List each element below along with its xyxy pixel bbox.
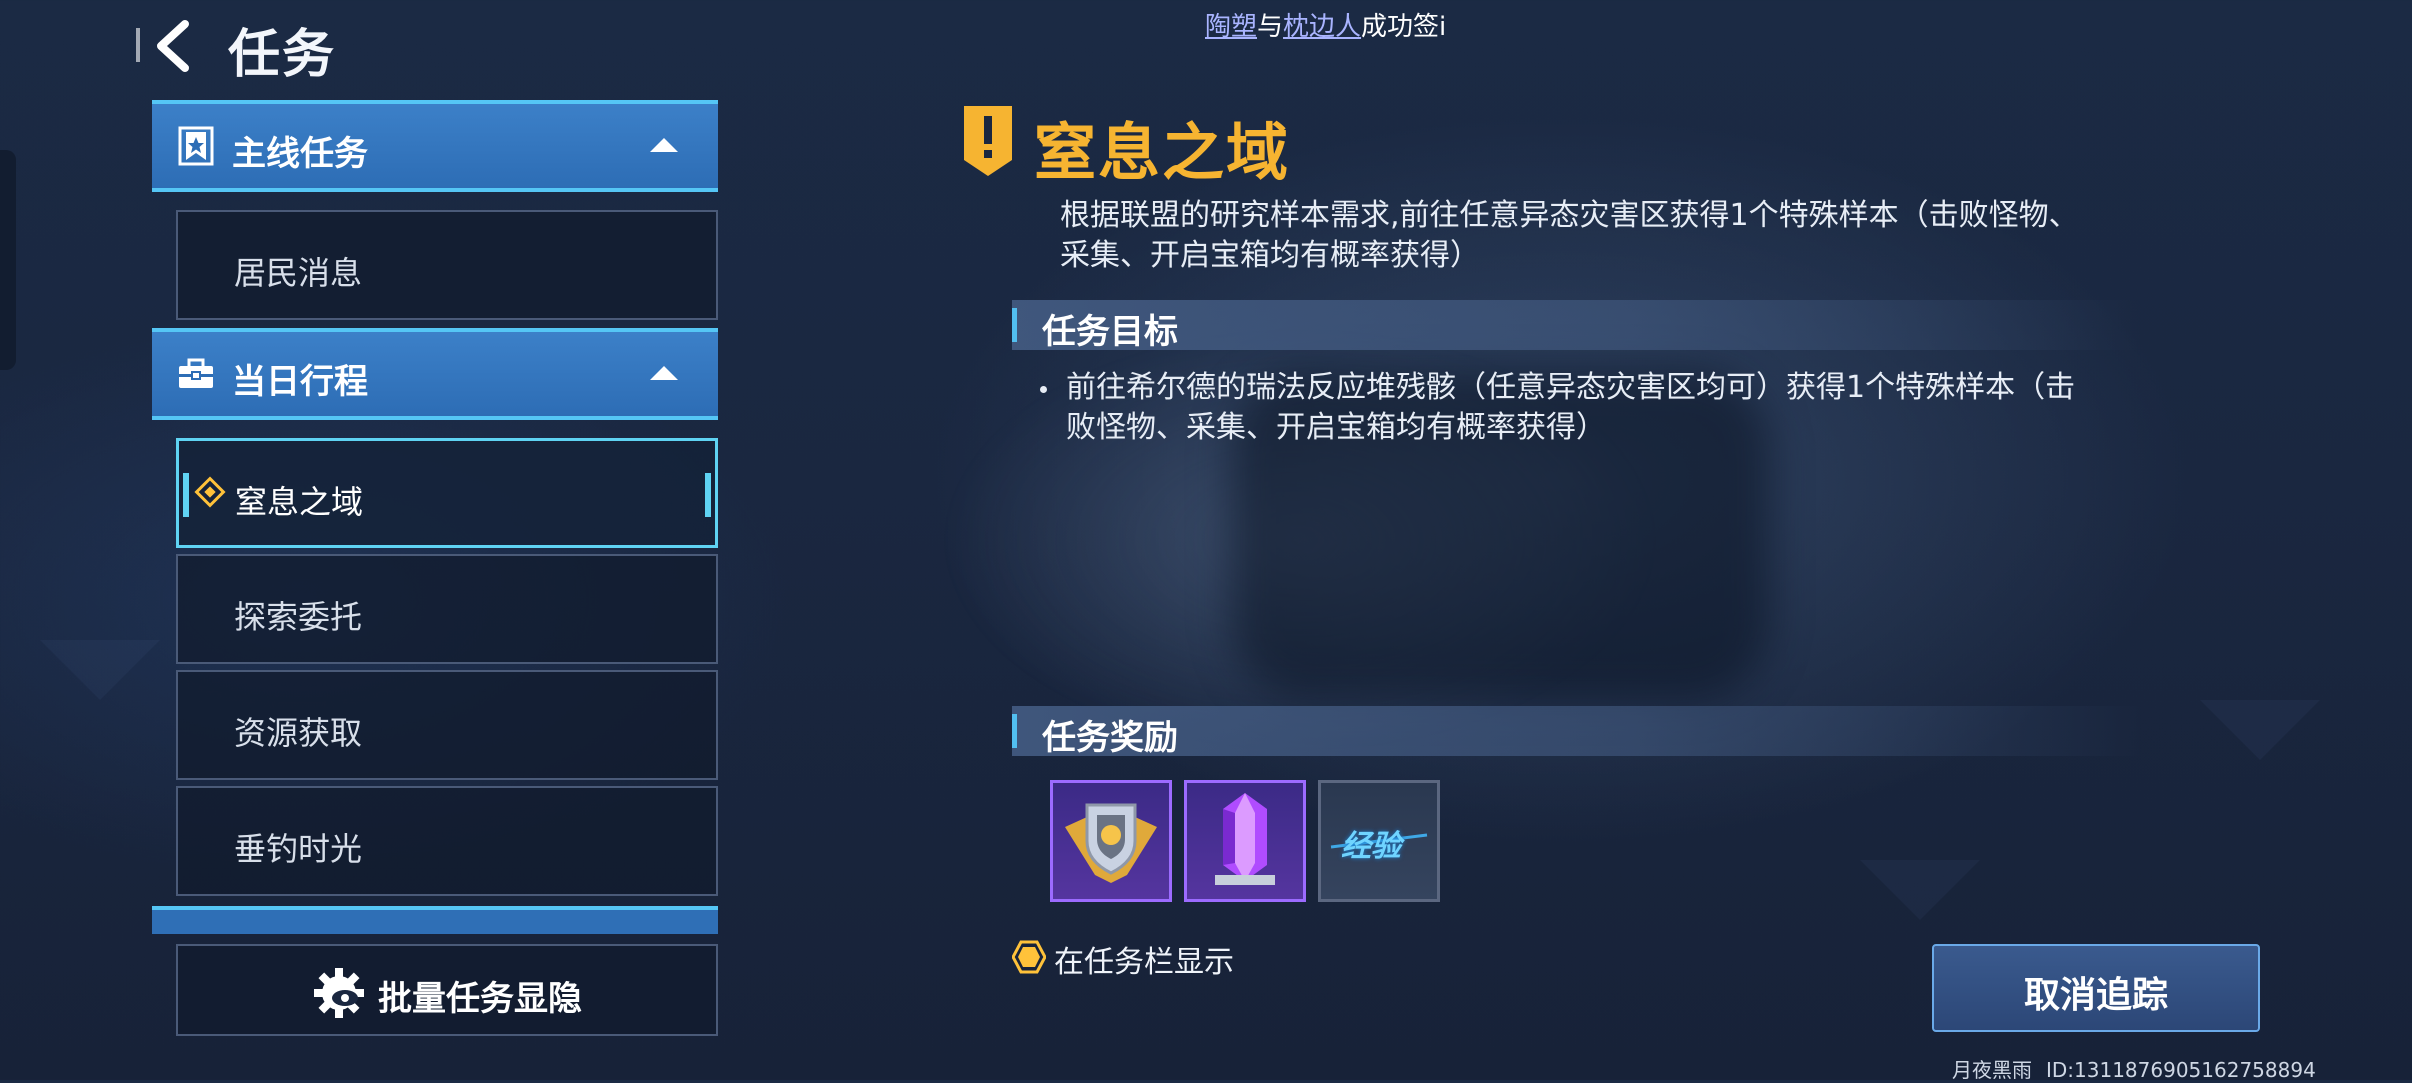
quest-item-label: 资源获取 [234,714,363,752]
section-title: 任务奖励 [1042,718,1178,758]
announcement-marquee: 陶塑与枕边人成功签i [1205,6,1446,43]
objective-section-header: 任务目标 [1012,300,2142,352]
category-label: 当日行程 [232,362,368,402]
selection-edge [183,473,189,517]
briefcase-icon [179,358,213,388]
quest-item-label: 窒息之域 [235,483,364,521]
bookmark-star-icon [178,126,214,166]
quest-item-label: 垂钓时光 [234,830,363,868]
quest-item[interactable]: 居民消息 [176,210,718,320]
tracked-diamond-icon [194,476,226,508]
objective-item: 前往希尔德的瑞法反应堆残骸（任意异态灾害区均可）获得1个特殊样本（击败怪物、采集… [1040,368,2100,448]
quest-item-selected[interactable]: 窒息之域 [176,438,718,548]
header-mark [136,28,140,62]
untrack-button[interactable]: 取消追踪 [1932,944,2260,1032]
purple-crystal-icon [1215,793,1275,885]
player-link[interactable]: 陶塑 [1205,12,1257,42]
quest-item-label: 探索委托 [234,598,363,636]
quest-description: 根据联盟的研究样本需求,前往任意异态灾害区获得1个特殊样本（击败怪物、采集、开启… [1060,198,2079,273]
quest-item[interactable]: 探索委托 [176,554,718,664]
bullet-icon [1040,386,1047,393]
back-button[interactable] [148,18,198,74]
reward-item[interactable] [1184,780,1306,902]
player-name: 月夜黑雨 [1952,1058,2032,1082]
bg-triangle [1860,860,1980,920]
section-bar [1012,714,1017,748]
reward-section-header: 任务奖励 [1012,706,2142,758]
page-title: 任务 [228,25,337,85]
section-title: 任务目标 [1042,312,1178,352]
hexagon-check-icon[interactable] [1012,940,1046,974]
gear-eye-icon [314,968,364,1018]
bulk-visibility-label: 批量任务显隐 [378,979,582,1019]
quest-alert-badge-icon [964,106,1012,176]
chevron-left-icon [157,20,189,72]
category-daily-schedule[interactable]: 当日行程 [152,328,718,420]
show-in-taskbar-label: 在任务栏显示 [1054,945,1234,980]
category-collapsed[interactable] [152,906,718,934]
category-main-quest[interactable]: 主线任务 [152,100,718,192]
reward-item[interactable] [1050,780,1172,902]
untrack-button-label: 取消追踪 [2023,975,2168,1016]
selection-edge [705,473,711,517]
player-id: ID:13118769051627588​94 [2046,1058,2316,1082]
reward-label: 经验 [1341,829,1401,864]
bg-triangle [40,640,160,700]
quest-item[interactable]: 垂钓时光 [176,786,718,896]
bg-triangle [2200,700,2320,760]
quest-item[interactable]: 资源获取 [176,670,718,780]
gold-shield-badge-icon [1065,803,1157,883]
section-bar [1012,308,1017,342]
caret-up-icon [650,366,678,380]
caret-up-icon [650,138,678,152]
bulk-visibility-button[interactable]: 批量任务显隐 [176,944,718,1036]
marquee-connector: 与 [1257,12,1284,42]
objective-text: 前往希尔德的瑞法反应堆残骸（任意异态灾害区均可）获得1个特殊样本（击败怪物、采集… [1066,370,2076,445]
quest-title: 窒息之域 [1034,116,1291,189]
category-label: 主线任务 [232,134,368,174]
side-edge-tab [0,150,16,370]
quest-item-label: 居民消息 [234,254,363,292]
marquee-suffix: 成功签i [1361,12,1447,42]
player-link[interactable]: 枕边人 [1283,12,1361,42]
player-id-footer: 月夜黑雨 ID:13118769051627588​94 [1952,1054,2330,1083]
reward-item[interactable]: 经验 [1318,780,1440,902]
